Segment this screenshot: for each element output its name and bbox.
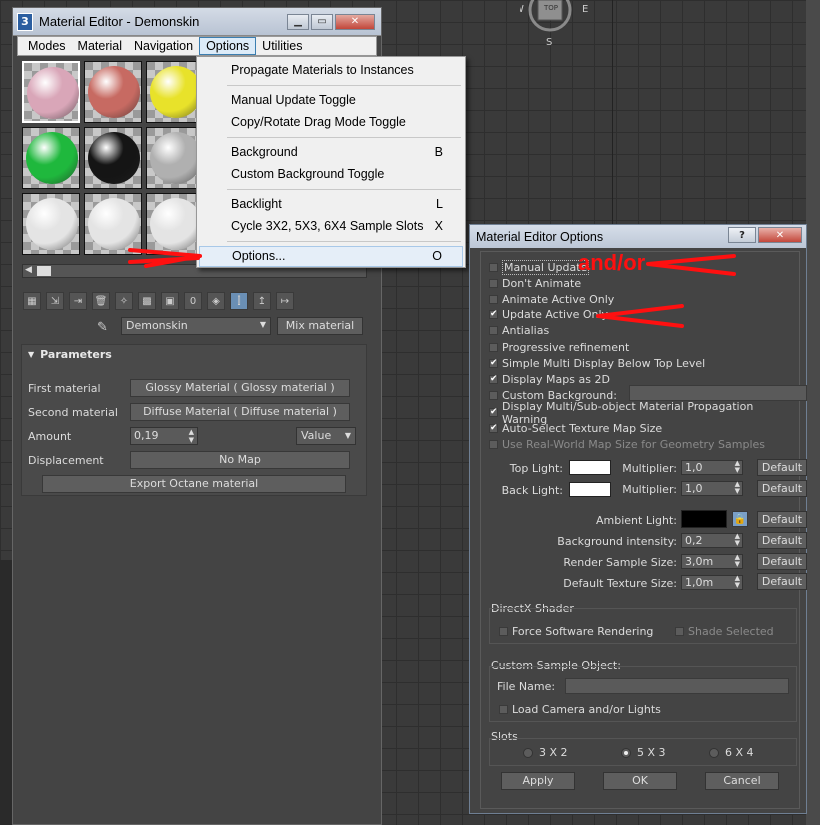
annotation-and-or-text: and/or — [578, 250, 646, 275]
annotation-arrow-options — [128, 248, 202, 268]
annotation-arrow-manual-update — [646, 254, 736, 276]
annotation-arrow-update-active — [596, 304, 684, 328]
annotation-overlay — [128, 248, 736, 328]
